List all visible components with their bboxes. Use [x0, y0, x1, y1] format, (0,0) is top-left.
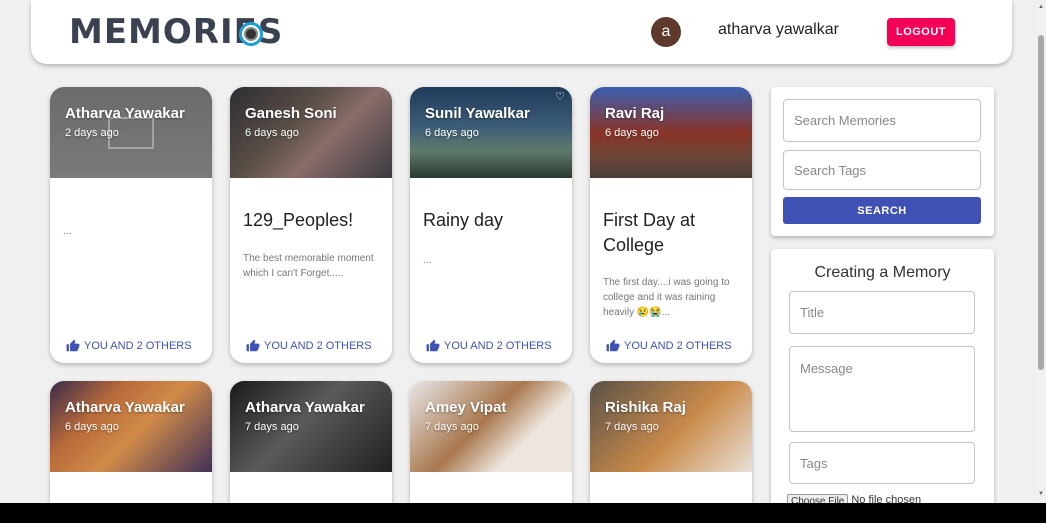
post-card[interactable]: Ravi Raj 6 days ago First Day at College…	[590, 87, 752, 363]
post-author: Ganesh Soni	[245, 105, 337, 122]
message-field[interactable]: Message	[789, 346, 975, 432]
post-time: 2 days ago	[65, 127, 119, 139]
post-time: 6 days ago	[425, 127, 479, 139]
post-title: Rainy day	[423, 210, 504, 230]
like-button[interactable]: YOU AND 2 OTHERS	[246, 339, 372, 353]
username: atharva yawalkar	[718, 21, 839, 38]
scroll-up-arrow-icon[interactable]: ▲	[1038, 4, 1044, 10]
post-card[interactable]: Amey Vipat 7 days ago	[410, 381, 572, 521]
post-title: 129_Peoples!	[243, 210, 354, 230]
post-time: 7 days ago	[245, 421, 299, 433]
post-author: Atharva Yawakar	[65, 105, 185, 122]
post-time: 6 days ago	[245, 127, 299, 139]
post-author: Rishika Raj	[605, 399, 686, 416]
scroll-down-arrow-icon[interactable]: ▼	[1038, 491, 1044, 497]
logout-button[interactable]: LOGOUT	[887, 18, 955, 46]
post-author: Atharva Yawakar	[245, 399, 365, 416]
post-author: Sunil Yawalkar	[425, 105, 530, 122]
like-label: YOU AND 2 OTHERS	[264, 340, 372, 352]
memories-logo-icon	[239, 22, 263, 46]
title-field[interactable]: Title	[789, 291, 975, 334]
bottom-bar	[0, 503, 1046, 523]
post-time: 7 days ago	[425, 421, 479, 433]
post-message: ...	[423, 255, 432, 266]
post-author: Ravi Raj	[605, 105, 665, 122]
post-card[interactable]: Atharva Yawakar 6 days ago	[50, 381, 212, 521]
post-card[interactable]: ♡ Sunil Yawalkar 6 days ago Rainy day ..…	[410, 87, 572, 363]
thumb-up-icon	[426, 339, 440, 352]
thumb-up-icon	[66, 339, 80, 352]
post-time: 6 days ago	[65, 421, 119, 433]
post-author: Atharva Yawakar	[65, 399, 185, 416]
scrollbar-thumb[interactable]	[1038, 35, 1044, 370]
post-message: The first day....i was going to college …	[603, 277, 730, 318]
page-scrollbar[interactable]: ▲ ▼	[1036, 0, 1046, 503]
post-card[interactable]: Atharva Yawakar 7 days ago	[230, 381, 392, 521]
form-heading: Creating a Memory	[814, 264, 951, 281]
tags-field[interactable]: Tags	[789, 442, 975, 484]
app-bar: MEMORIES a atharva yawalkar LOGOUT	[31, 0, 1012, 64]
like-label: YOU AND 2 OTHERS	[444, 340, 552, 352]
heart-icon[interactable]: ♡	[555, 90, 565, 103]
post-card[interactable]: Ganesh Soni 6 days ago 129_Peoples! The …	[230, 87, 392, 363]
post-author: Amey Vipat	[425, 399, 507, 416]
search-memories-input[interactable]: Search Memories	[783, 99, 981, 142]
post-title: First Day at College	[603, 210, 696, 255]
like-label: YOU AND 2 OTHERS	[624, 340, 732, 352]
post-message: ...	[63, 226, 72, 237]
like-label: YOU AND 2 OTHERS	[84, 340, 192, 352]
post-time: 6 days ago	[605, 127, 659, 139]
search-panel: Search Memories Search Tags SEARCH	[771, 87, 994, 236]
thumb-up-icon	[246, 339, 260, 352]
like-button[interactable]: YOU AND 2 OTHERS	[606, 339, 732, 353]
post-card[interactable]: Rishika Raj 7 days ago	[590, 381, 752, 521]
search-button[interactable]: SEARCH	[783, 197, 981, 224]
post-card[interactable]: Atharva Yawakar 2 days ago ... YOU AND 2…	[50, 87, 212, 363]
like-button[interactable]: YOU AND 2 OTHERS	[426, 339, 552, 353]
search-tags-input[interactable]: Search Tags	[783, 150, 981, 190]
thumb-up-icon	[606, 339, 620, 352]
post-message: The best memorable moment which I can't …	[243, 253, 374, 279]
like-button[interactable]: YOU AND 2 OTHERS	[66, 339, 192, 353]
avatar[interactable]: a	[651, 17, 681, 47]
post-time: 7 days ago	[605, 421, 659, 433]
create-memory-form: Creating a Memory Title Message Tags Cho…	[771, 249, 994, 509]
